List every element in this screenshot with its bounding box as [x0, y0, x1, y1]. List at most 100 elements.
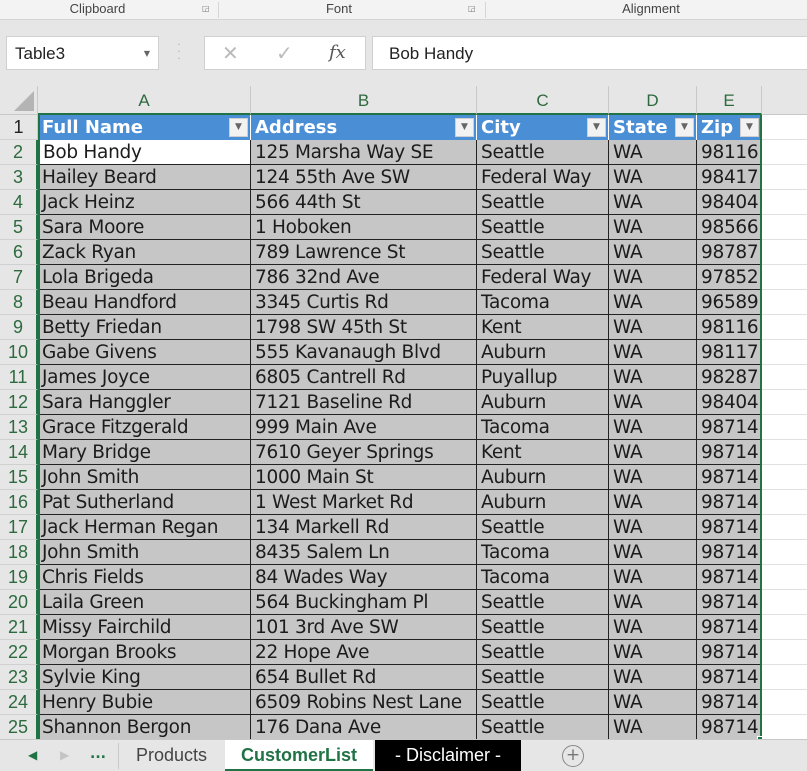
table-header-cell[interactable]: Zip ▼ — [697, 115, 762, 140]
table-cell[interactable]: Auburn — [477, 340, 609, 365]
table-cell[interactable]: 8435 Salem Ln — [251, 540, 477, 565]
empty-cell[interactable] — [762, 415, 807, 440]
table-cell[interactable]: 98714 — [697, 415, 762, 440]
table-cell[interactable]: Henry Bubie — [38, 690, 251, 715]
table-cell[interactable]: 98714 — [697, 640, 762, 665]
table-cell[interactable]: WA — [609, 565, 697, 590]
table-cell[interactable]: WA — [609, 240, 697, 265]
empty-cell[interactable] — [762, 115, 807, 140]
table-cell[interactable]: Mary Bridge — [38, 440, 251, 465]
table-cell[interactable]: Jack Herman Regan — [38, 515, 251, 540]
filter-dropdown-icon[interactable]: ▼ — [455, 118, 474, 137]
row-header-7[interactable]: 7 — [0, 265, 38, 290]
table-cell[interactable]: Seattle — [477, 240, 609, 265]
table-cell[interactable]: Zack Ryan — [38, 240, 251, 265]
table-cell[interactable]: Beau Handford — [38, 290, 251, 315]
empty-cell[interactable] — [762, 640, 807, 665]
row-header-15[interactable]: 15 — [0, 465, 38, 490]
table-cell[interactable]: 566 44th St — [251, 190, 477, 215]
table-cell[interactable]: James Joyce — [38, 365, 251, 390]
select-all-button[interactable] — [0, 86, 38, 115]
enter-check-icon[interactable]: ✓ — [276, 41, 293, 65]
table-cell[interactable]: 999 Main Ave — [251, 415, 477, 440]
row-header-5[interactable]: 5 — [0, 215, 38, 240]
table-cell[interactable]: 98714 — [697, 465, 762, 490]
row-header-22[interactable]: 22 — [0, 640, 38, 665]
row-header-11[interactable]: 11 — [0, 365, 38, 390]
empty-cell[interactable] — [762, 615, 807, 640]
row-header-10[interactable]: 10 — [0, 340, 38, 365]
table-header-cell[interactable]: State ▼ — [609, 115, 697, 140]
empty-cell[interactable] — [762, 240, 807, 265]
table-cell[interactable]: Auburn — [477, 490, 609, 515]
table-cell[interactable]: 98714 — [697, 540, 762, 565]
table-cell[interactable]: WA — [609, 340, 697, 365]
name-box[interactable]: Table3 ▼ — [6, 36, 159, 70]
filter-dropdown-icon[interactable]: ▼ — [675, 118, 694, 137]
row-header-16[interactable]: 16 — [0, 490, 38, 515]
row-header-3[interactable]: 3 — [0, 165, 38, 190]
table-cell[interactable]: Hailey Beard — [38, 165, 251, 190]
table-cell[interactable]: 7121 Baseline Rd — [251, 390, 477, 415]
cancel-icon[interactable]: ✕ — [222, 41, 239, 65]
empty-cell[interactable] — [762, 365, 807, 390]
table-cell[interactable]: 1 Hoboken — [251, 215, 477, 240]
table-cell[interactable]: 6805 Cantrell Rd — [251, 365, 477, 390]
table-cell[interactable]: 22 Hope Ave — [251, 640, 477, 665]
table-cell[interactable]: WA — [609, 640, 697, 665]
row-header-20[interactable]: 20 — [0, 590, 38, 615]
table-cell[interactable]: 96589 — [697, 290, 762, 315]
row-header-18[interactable]: 18 — [0, 540, 38, 565]
table-cell[interactable]: 555 Kavanaugh Blvd — [251, 340, 477, 365]
font-dialog-launcher-icon[interactable]: ◲ — [468, 4, 478, 14]
table-cell[interactable]: Seattle — [477, 640, 609, 665]
table-cell[interactable]: 789 Lawrence St — [251, 240, 477, 265]
row-header-23[interactable]: 23 — [0, 665, 38, 690]
table-cell[interactable]: WA — [609, 140, 697, 165]
table-cell[interactable]: 98566 — [697, 215, 762, 240]
scroll-tabs-right-icon[interactable]: ▶ — [60, 748, 69, 762]
table-cell[interactable]: 98714 — [697, 490, 762, 515]
row-header-21[interactable]: 21 — [0, 615, 38, 640]
table-cell[interactable]: 98714 — [697, 715, 762, 740]
row-header-24[interactable]: 24 — [0, 690, 38, 715]
table-cell[interactable]: 98287 — [697, 365, 762, 390]
column-header-b[interactable]: B — [251, 86, 477, 115]
table-cell[interactable]: Auburn — [477, 465, 609, 490]
table-cell[interactable]: 786 32nd Ave — [251, 265, 477, 290]
table-cell[interactable]: WA — [609, 265, 697, 290]
table-cell[interactable]: John Smith — [38, 465, 251, 490]
table-cell[interactable]: 98787 — [697, 240, 762, 265]
table-cell[interactable]: WA — [609, 215, 697, 240]
empty-cell[interactable] — [762, 265, 807, 290]
chevron-down-icon[interactable]: ▼ — [144, 49, 150, 58]
empty-cell[interactable] — [762, 165, 807, 190]
sheet-tab-products[interactable]: Products — [119, 740, 224, 771]
column-header-d[interactable]: D — [609, 86, 697, 115]
table-cell[interactable]: 124 55th Ave SW — [251, 165, 477, 190]
table-cell[interactable]: Kent — [477, 315, 609, 340]
table-cell[interactable]: WA — [609, 440, 697, 465]
formula-input[interactable]: Bob Handy — [372, 36, 807, 70]
table-header-cell[interactable]: Address ▼ — [251, 115, 477, 140]
add-sheet-plus-icon[interactable]: + — [562, 745, 584, 767]
table-cell[interactable]: 98714 — [697, 440, 762, 465]
table-cell[interactable]: WA — [609, 540, 697, 565]
row-header-17[interactable]: 17 — [0, 515, 38, 540]
table-cell[interactable]: Jack Heinz — [38, 190, 251, 215]
row-header-14[interactable]: 14 — [0, 440, 38, 465]
table-cell[interactable]: WA — [609, 490, 697, 515]
filter-dropdown-icon[interactable]: ▼ — [587, 118, 606, 137]
row-header-25[interactable]: 25 — [0, 715, 38, 740]
table-cell[interactable]: Seattle — [477, 615, 609, 640]
table-cell[interactable]: Seattle — [477, 690, 609, 715]
table-cell[interactable]: 84 Wades Way — [251, 565, 477, 590]
table-cell[interactable]: WA — [609, 165, 697, 190]
table-cell[interactable]: Tacoma — [477, 540, 609, 565]
table-cell[interactable]: WA — [609, 390, 697, 415]
filter-dropdown-icon[interactable]: ▼ — [740, 118, 759, 137]
table-cell[interactable]: 98417 — [697, 165, 762, 190]
row-header-1[interactable]: 1 — [0, 115, 38, 140]
table-cell[interactable]: 1798 SW 45th St — [251, 315, 477, 340]
table-cell[interactable]: Seattle — [477, 215, 609, 240]
